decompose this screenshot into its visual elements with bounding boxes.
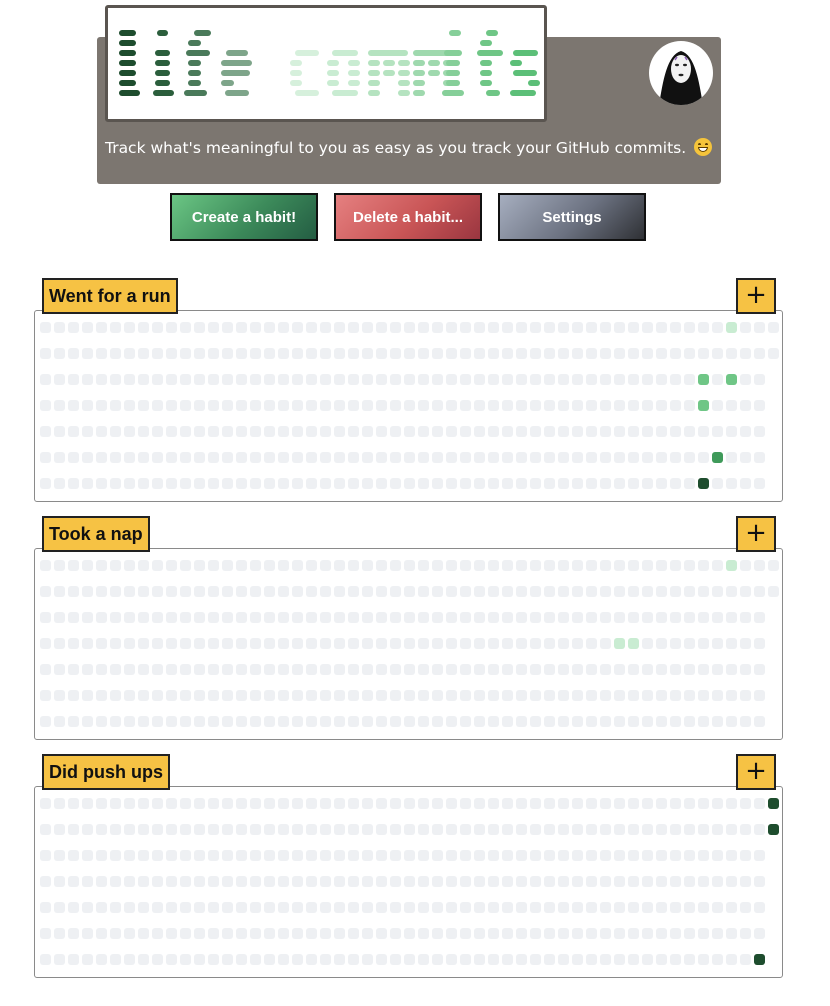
habit-card-went-for-a-run — [34, 310, 783, 502]
habit-title: Took a nap — [42, 516, 150, 552]
app-logo[interactable] — [105, 5, 547, 122]
add-entry-button[interactable]: + — [736, 754, 776, 790]
user-avatar[interactable] — [649, 41, 713, 105]
grinning-face-icon — [694, 138, 713, 156]
habit-title: Did push ups — [42, 754, 170, 790]
logo-word-life — [119, 30, 252, 96]
habit-card-took-a-nap — [34, 548, 783, 740]
add-entry-button[interactable]: + — [736, 278, 776, 314]
no-face-icon — [659, 51, 703, 105]
create-habit-button[interactable]: Create a habit! — [170, 193, 318, 241]
habit-card-did-push-ups — [34, 786, 783, 978]
add-entry-button[interactable]: + — [736, 516, 776, 552]
tagline: Track what's meaningful to you as easy a… — [105, 138, 721, 158]
habit-title: Went for a run — [42, 278, 178, 314]
logo-word-commits — [290, 30, 540, 96]
logo-pixel-art — [119, 30, 540, 96]
tagline-text: Track what's meaningful to you as easy a… — [105, 139, 687, 157]
settings-button[interactable]: Settings — [498, 193, 646, 241]
delete-habit-button[interactable]: Delete a habit... — [334, 193, 482, 241]
